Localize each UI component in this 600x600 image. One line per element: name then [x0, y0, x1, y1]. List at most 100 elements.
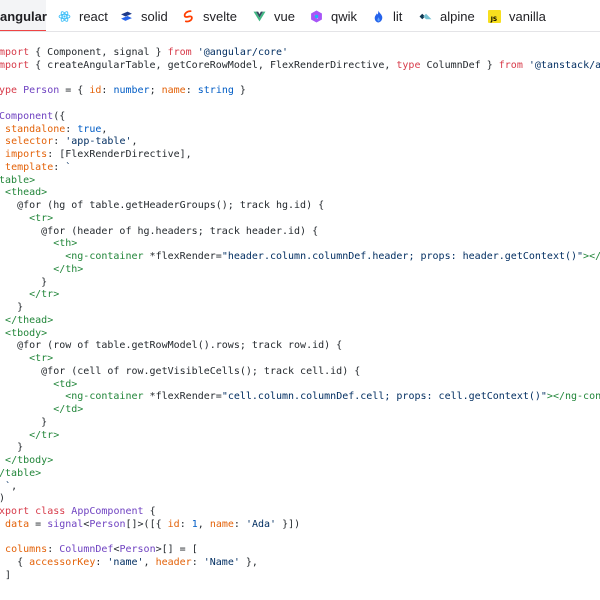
tab-lit[interactable]: lit	[372, 0, 402, 31]
code-editor[interactable]: import { Component, signal } from '@angu…	[0, 46, 600, 600]
tab-react[interactable]: react	[58, 0, 108, 31]
code-token: ,	[131, 136, 138, 148]
code-token: ColumnDef }	[420, 59, 499, 71]
code-token: <td>	[53, 378, 78, 390]
code-token: ></ng-container>	[583, 251, 600, 262]
code-token: string	[197, 85, 234, 97]
code-token: }])	[276, 518, 301, 530]
code-token: from	[498, 59, 523, 71]
code-token: []>([{	[125, 518, 168, 530]
tab-angular[interactable]: angular	[0, 0, 47, 31]
code-token: @Component	[0, 110, 54, 122]
code-token: '@tanstack/angular-table'	[528, 59, 600, 71]
code-token: ({	[53, 110, 66, 122]
tab-label: solid	[141, 8, 168, 24]
code-line: </thead>	[0, 314, 53, 327]
code-token: Person	[23, 85, 60, 97]
code-token: export	[0, 506, 30, 517]
code-line: }	[0, 301, 23, 314]
code-token: </td>	[53, 404, 84, 415]
code-token: :	[179, 518, 192, 530]
code-line: <tr>	[0, 212, 53, 225]
code-token: imports	[5, 149, 48, 160]
code-token: ,	[143, 557, 156, 568]
vue-icon	[253, 10, 266, 23]
code-token: "header.column.columnDef.header; props: …	[221, 251, 584, 262]
tab-alpine[interactable]: alpine	[419, 0, 475, 31]
code-line: <ng-container *flexRender="cell.column.c…	[0, 390, 600, 403]
code-token: { createAngularTable, getCoreRowModel, F…	[29, 59, 397, 71]
code-token: ]	[5, 569, 12, 581]
code-token: ></ng-container>	[546, 391, 600, 403]
code-token: </table>	[0, 467, 42, 479]
tab-qwik[interactable]: qwik	[310, 0, 358, 31]
code-line: type Person = { id: number; name: string…	[0, 84, 246, 97]
code-line: </tr>	[0, 288, 59, 301]
code-token: data	[5, 518, 30, 530]
code-token: ;	[149, 85, 162, 97]
code-line: <tr>	[0, 352, 53, 365]
code-token: @for (cell of row.getVisibleCells(); tra…	[0, 365, 361, 377]
code-token: }	[233, 85, 246, 97]
code-line: <tbody>	[0, 327, 47, 340]
tab-label: qwik	[331, 8, 358, 24]
code-token: </tr>	[29, 429, 60, 441]
code-token: '@angular/core'	[197, 47, 289, 58]
code-token: }	[41, 416, 48, 428]
code-line: { accessorKey: 'name', header: 'Name' },	[0, 556, 258, 569]
code-token: </th>	[53, 263, 84, 275]
code-token: :	[233, 518, 246, 530]
code-token: import	[0, 59, 30, 71]
tab-vanilla[interactable]: JS vanilla	[488, 0, 546, 31]
code-token: :	[101, 85, 114, 97]
code-token: import	[0, 47, 30, 58]
qwik-icon	[310, 10, 323, 23]
code-line: @for (hg of table.getHeaderGroups(); tra…	[0, 199, 324, 212]
alpine-icon	[419, 10, 432, 23]
tab-svelte[interactable]: svelte	[182, 0, 237, 31]
code-line: <th>	[0, 237, 77, 250]
svg-text:JS: JS	[490, 15, 498, 22]
code-token: class	[35, 506, 66, 517]
code-token: selector	[5, 136, 54, 148]
code-token: :	[65, 123, 78, 135]
code-token: 'app-table'	[65, 136, 132, 148]
code-token: @for (header of hg.headers; track header…	[0, 225, 319, 237]
code-token: }	[41, 276, 48, 288]
code-token: standalone	[5, 123, 66, 135]
code-token: 'Ada'	[245, 518, 277, 530]
tab-solid[interactable]: solid	[120, 0, 168, 31]
code-token: { Component, signal }	[29, 47, 168, 58]
code-token: *flexRender=	[143, 391, 222, 403]
code-token: 'name'	[107, 557, 144, 568]
code-token: Person	[119, 544, 156, 556]
code-token: <ng-container	[65, 251, 144, 262]
tab-vue[interactable]: vue	[253, 0, 295, 31]
code-line: <thead>	[0, 186, 47, 199]
code-token: `	[65, 161, 72, 173]
code-line: import { Component, signal } from '@angu…	[0, 46, 288, 59]
code-token: =	[29, 518, 48, 530]
tab-label: vanilla	[509, 8, 546, 24]
tab-label: vue	[274, 8, 295, 24]
code-line: </tr>	[0, 429, 59, 442]
code-token: ,	[11, 480, 18, 492]
code-token: name	[161, 85, 186, 97]
code-token: columns	[5, 544, 48, 556]
code-token: @for (row of table.getRowModel().rows; t…	[0, 340, 343, 352]
code-line: </td>	[0, 403, 83, 416]
react-icon	[58, 10, 71, 23]
code-line: export class AppComponent {	[0, 505, 156, 518]
code-token: </tr>	[29, 289, 60, 301]
code-line: standalone: true,	[0, 123, 107, 136]
code-token: ,	[101, 123, 108, 135]
code-token: ,	[197, 518, 210, 530]
framework-tab-bar: angular react solid svelte vue qwik lit …	[0, 0, 600, 32]
code-line: <ng-container *flexRender="header.column…	[0, 250, 600, 263]
code-token: AppComponent	[71, 506, 144, 517]
code-line: import { createAngularTable, getCoreRowM…	[0, 59, 600, 72]
